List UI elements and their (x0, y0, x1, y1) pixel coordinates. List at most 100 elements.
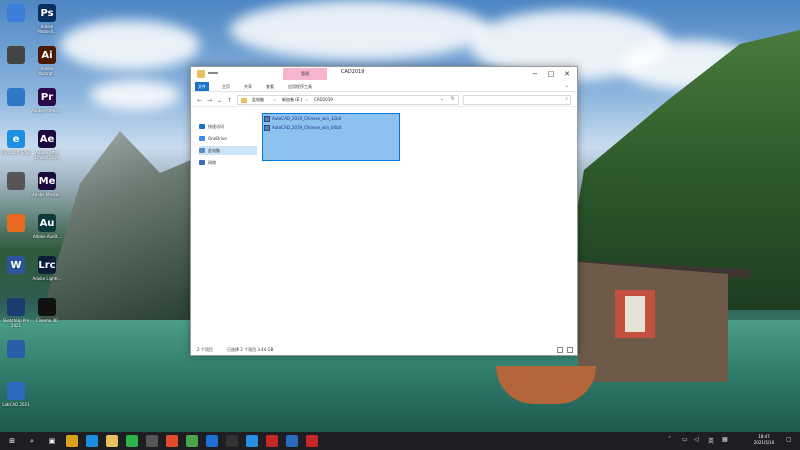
details-view-button[interactable] (557, 347, 563, 353)
taskbar-app-icon[interactable] (66, 435, 78, 447)
selection-status: 已选择 2 个项目 3.44 GB (227, 347, 274, 352)
ribbon-tabs: 文件 主页 共享 查看 应用程序工具 ⌄ (191, 81, 577, 92)
address-bar[interactable]: 此电脑 › 新加卷 (E:) › CAD2019 ⌄ ↻ (237, 95, 459, 105)
search-input[interactable]: ⌕ (463, 95, 571, 105)
desktop-icon[interactable] (2, 44, 30, 90)
list-item[interactable]: AutoCAD_2019_Chinese_win_64bit (264, 124, 341, 131)
desktop-icon[interactable]: W (2, 254, 30, 300)
clock[interactable]: 18:47 2021/5/10 (744, 434, 784, 446)
desktop-icon-label (0, 276, 32, 292)
desktop-icon[interactable]: Ae Adobe After Effects 2021 (33, 128, 61, 174)
tab-file[interactable]: 文件 (195, 82, 209, 91)
desktop-icon-label (0, 360, 32, 376)
desktop-icon[interactable] (2, 338, 30, 384)
close-button[interactable]: ✕ (559, 67, 575, 81)
taskbar-app-icon[interactable] (206, 435, 218, 447)
taskbar-app-icon[interactable] (126, 435, 138, 447)
app-icon: e (7, 130, 25, 148)
desktop-icon[interactable]: Me Adobe Media... (32, 170, 62, 216)
address-dropdown-icon[interactable]: ⌄ (440, 96, 444, 102)
desktop-icon[interactable]: Au Adobe Audit... (33, 212, 61, 258)
back-arrow-icon[interactable]: ← (195, 95, 204, 105)
desktop-icon-label: SketchUp Pro 2021 (2, 318, 30, 328)
breadcrumb-this-pc[interactable]: 此电脑 (252, 97, 264, 103)
nav-item-onedrive[interactable]: OneDrive (199, 134, 257, 143)
desktop-icon-label (0, 66, 32, 82)
file-explorer-window[interactable]: 管理 CAD2019 − □ ✕ 文件 主页 共享 查看 应用程序工具 ⌄ ← … (190, 66, 578, 356)
maximize-button[interactable]: □ (543, 67, 559, 81)
breadcrumb-drive[interactable]: 新加卷 (E:) (282, 97, 302, 103)
desktop-icon[interactable]: Cinema 4D (33, 296, 61, 342)
taskbar-app-icon[interactable] (286, 435, 298, 447)
taskbar-app-icon[interactable] (186, 435, 198, 447)
desktop-icon[interactable]: Lrc Adobe Lightr... (33, 254, 62, 300)
manage-context-tab[interactable]: 管理 (283, 68, 327, 80)
desktop-icon[interactable]: SketchUp Pro 2021 (2, 296, 30, 342)
breadcrumb-folder[interactable]: CAD2019 (314, 97, 333, 102)
taskbar-app-icon[interactable] (146, 435, 158, 447)
nav-item-label: OneDrive (208, 136, 227, 141)
large-icons-view-button[interactable] (567, 347, 573, 353)
app-icon: W (7, 256, 25, 274)
notification-icon[interactable]: ▢ (786, 436, 792, 443)
forward-arrow-icon[interactable]: → (205, 95, 214, 105)
taskbar-app-icon[interactable] (266, 435, 278, 447)
taskbar-app-icon[interactable] (86, 435, 98, 447)
desktop-icon-label (0, 24, 32, 40)
taskbar-app-icon[interactable] (166, 435, 178, 447)
app-icon (38, 298, 56, 316)
desktop-icon[interactable] (2, 86, 30, 132)
taskbar-app-icon[interactable] (106, 435, 118, 447)
desktop-icon[interactable]: Pr Adobe Premie... (31, 86, 63, 132)
refresh-icon[interactable]: ↻ (451, 96, 455, 102)
breadcrumb-separator[interactable]: › (306, 97, 308, 102)
app-icon (7, 4, 25, 22)
tab-share[interactable]: 共享 (241, 82, 255, 91)
taskbar-app-icon[interactable] (226, 435, 238, 447)
input-method-icon[interactable]: 英 (708, 436, 714, 445)
nav-item-network[interactable]: 网络 (199, 158, 257, 167)
app-icon: Lrc (38, 256, 56, 274)
quick-access-toolbar[interactable] (208, 72, 218, 74)
nav-item-label: 网络 (208, 159, 216, 165)
desktop-icon[interactable] (2, 2, 30, 48)
taskbar-app-icon[interactable] (246, 435, 258, 447)
desktop-icon[interactable]: Ps Adobe Photosh... (33, 2, 61, 48)
file-name: AutoCAD_2019_Chinese_win_64bit (272, 125, 342, 130)
tab-app-tools[interactable]: 应用程序工具 (285, 82, 315, 91)
desktop-icon[interactable] (2, 170, 30, 216)
breadcrumb-separator[interactable]: › (274, 97, 276, 102)
network-icon (199, 160, 205, 165)
volume-icon[interactable]: ◁ (694, 436, 699, 443)
minimize-button[interactable]: − (527, 67, 543, 81)
desktop-icon[interactable] (2, 212, 30, 258)
desktop-icon-label: Adobe Premie... (31, 108, 63, 113)
tab-view[interactable]: 查看 (263, 82, 277, 91)
taskbar-app-icon[interactable] (306, 435, 318, 447)
title-bar[interactable]: 管理 CAD2019 − □ ✕ (191, 67, 577, 81)
nav-item-this-pc[interactable]: 此电脑 (199, 146, 257, 155)
tab-home[interactable]: 主页 (219, 82, 233, 91)
desktop-icon[interactable]: Ai Adobe Illustrat... (33, 44, 61, 90)
nav-item-label: 此电脑 (208, 147, 220, 153)
start-icon[interactable]: ⊞ (6, 435, 18, 447)
ime-icon[interactable]: ▦ (722, 436, 728, 443)
list-item[interactable]: AutoCAD_2019_Chinese_win_32bit (264, 115, 341, 122)
desktop-icon[interactable]: e Microsoft Edge (1, 128, 31, 174)
app-icon: Ae (38, 130, 56, 148)
taskbar-app-icon[interactable]: ▣ (46, 435, 58, 447)
computer-icon (199, 148, 205, 153)
recent-dropdown-icon[interactable]: ⌄ (215, 95, 224, 105)
nav-item-quick-access[interactable]: 快速访问 (199, 122, 257, 131)
expand-ribbon-icon[interactable]: ⌄ (565, 83, 569, 89)
app-icon: Me (38, 172, 56, 190)
app-icon (7, 382, 25, 400)
app-icon (7, 46, 25, 64)
desktop-icon[interactable]: LabCAD 2021 (2, 380, 30, 426)
network-icon[interactable]: ▭ (682, 436, 688, 443)
file-list[interactable]: AutoCAD_2019_Chinese_win_32bit AutoCAD_2… (261, 108, 575, 344)
search-icon[interactable]: ⌕ (26, 435, 38, 447)
desktop-icon-label: Adobe Illustrat... (37, 66, 57, 76)
up-arrow-icon[interactable]: ↑ (225, 95, 234, 105)
chevron-up-icon[interactable]: ˄ (668, 436, 671, 443)
